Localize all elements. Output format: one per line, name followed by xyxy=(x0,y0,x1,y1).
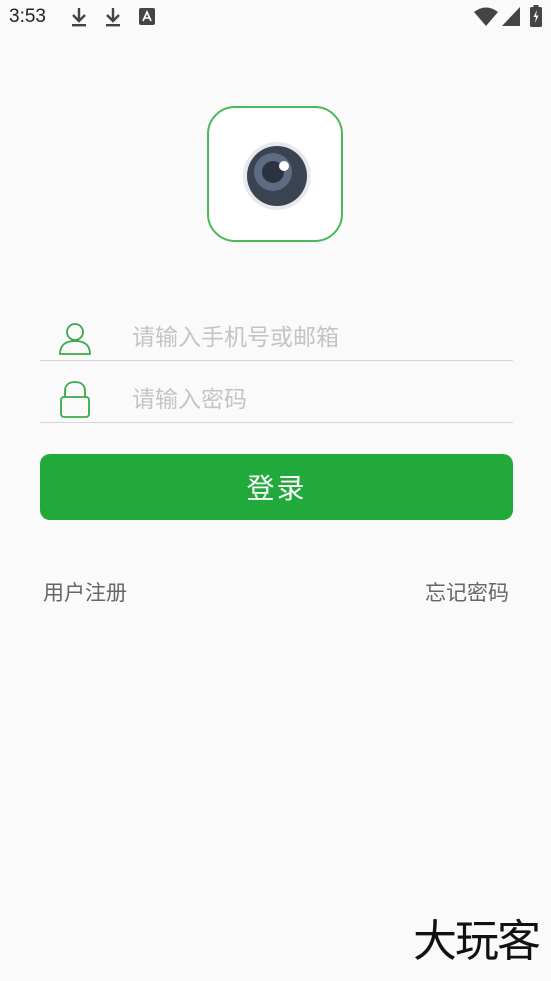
forgot-password-link[interactable]: 忘记密码 xyxy=(425,577,509,607)
a-icon xyxy=(139,8,155,25)
wifi-icon xyxy=(474,7,498,26)
download-icon xyxy=(106,8,120,27)
signal-icon xyxy=(502,7,520,26)
account-input[interactable] xyxy=(132,318,502,358)
password-input[interactable] xyxy=(132,380,502,420)
account-field[interactable] xyxy=(40,314,513,361)
watermark: 大玩客 xyxy=(413,916,541,967)
lock-icon xyxy=(60,381,90,418)
password-field[interactable] xyxy=(40,376,513,423)
download-icon xyxy=(72,8,86,27)
battery-charging-icon xyxy=(530,5,542,27)
login-button[interactable]: 登录 xyxy=(40,454,513,520)
status-bar: 3:53 xyxy=(0,0,551,36)
user-icon xyxy=(59,323,91,355)
app-logo xyxy=(207,106,343,242)
camera-lens-icon xyxy=(243,142,311,210)
status-time: 3:53 xyxy=(9,6,46,27)
register-link[interactable]: 用户注册 xyxy=(43,577,127,607)
